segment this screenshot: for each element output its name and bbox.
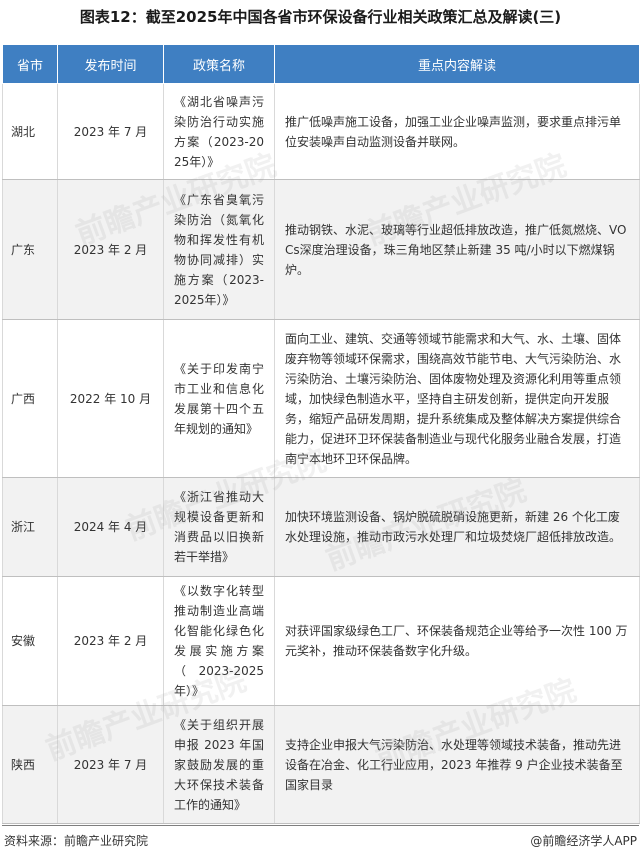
cell-interpretation: 支持企业申报大气污染防治、水处理等领域技术装备，推动先进设备在冶金、化工行业应用… bbox=[274, 705, 640, 824]
footer-divider bbox=[2, 825, 639, 826]
source-note: 资料来源：前瞻产业研究院 bbox=[4, 834, 149, 848]
cell-date: 2023 年 7 月 bbox=[57, 83, 164, 180]
cell-policy-name: 《关于组织开展申报 2023 年国家鼓励发展的重大环保技术装备工作的通知》 bbox=[163, 705, 275, 824]
cell-policy-name: 《广东省臭氧污染防治（氮氧化物和挥发性有机物协同减排）实施方案（2023-202… bbox=[163, 179, 275, 320]
table-row: 广西 2022 年 10 月 《关于印发南宁市工业和信息化发展第十四个五年规划的… bbox=[2, 319, 640, 478]
header-interpretation: 重点内容解读 bbox=[274, 44, 640, 84]
cell-date: 2023 年 7 月 bbox=[57, 705, 164, 824]
cell-province: 广东 bbox=[2, 179, 58, 320]
header-date: 发布时间 bbox=[57, 44, 164, 84]
cell-policy-name: 《浙江省推动大规模设备更新和消费品以旧换新若干举措》 bbox=[163, 477, 275, 577]
header-policy-name: 政策名称 bbox=[163, 44, 275, 84]
cell-policy-name: 《关于印发南宁市工业和信息化发展第十四个五年规划的通知》 bbox=[163, 319, 275, 478]
cell-interpretation: 推广低噪声施工设备，加强工业企业噪声监测，要求重点排污单位安装噪声自动监测设备并… bbox=[274, 83, 640, 180]
cell-province: 广西 bbox=[2, 319, 58, 478]
policy-table: 省市 发布时间 政策名称 重点内容解读 湖北 2023 年 7 月 《湖北省噪声… bbox=[2, 44, 640, 824]
cell-interpretation: 面向工业、建筑、交通等领域节能需求和大气、水、土壤、固体废弃物等领域环保需求，围… bbox=[274, 319, 640, 478]
cell-interpretation: 对获评国家级绿色工厂、环保装备规范企业等给予一次性 100 万元奖补，推动环保装… bbox=[274, 576, 640, 706]
brand-credit: @前瞻经济学人APP bbox=[530, 834, 637, 848]
cell-date: 2023 年 2 月 bbox=[57, 179, 164, 320]
cell-policy-name: 《以数字化转型推动制造业高端化智能化绿色化发展实施方案（2023-2025年）》 bbox=[163, 576, 275, 706]
table-header-row: 省市 发布时间 政策名称 重点内容解读 bbox=[2, 44, 640, 84]
cell-date: 2023 年 2 月 bbox=[57, 576, 164, 706]
cell-province: 安徽 bbox=[2, 576, 58, 706]
header-province: 省市 bbox=[2, 44, 58, 84]
page-title: 图表12：截至2025年中国各省市环保设备行业相关政策汇总及解读(三) bbox=[79, 8, 562, 26]
cell-province: 湖北 bbox=[2, 83, 58, 180]
cell-policy-name: 《湖北省噪声污染防治行动实施方案（2023-2025年）》 bbox=[163, 83, 275, 180]
cell-interpretation: 推动钢铁、水泥、玻璃等行业超低排放改造，推广低氮燃烧、VOCs深度治理设备，珠三… bbox=[274, 179, 640, 320]
cell-date: 2022 年 10 月 bbox=[57, 319, 164, 478]
table-row: 浙江 2024 年 4 月 《浙江省推动大规模设备更新和消费品以旧换新若干举措》… bbox=[2, 477, 640, 577]
cell-province: 陕西 bbox=[2, 705, 58, 824]
table-row: 安徽 2023 年 2 月 《以数字化转型推动制造业高端化智能化绿色化发展实施方… bbox=[2, 576, 640, 706]
table-row: 陕西 2023 年 7 月 《关于组织开展申报 2023 年国家鼓励发展的重大环… bbox=[2, 705, 640, 824]
table-row: 广东 2023 年 2 月 《广东省臭氧污染防治（氮氧化物和挥发性有机物协同减排… bbox=[2, 179, 640, 320]
cell-date: 2024 年 4 月 bbox=[57, 477, 164, 577]
table-row: 湖北 2023 年 7 月 《湖北省噪声污染防治行动实施方案（2023-2025… bbox=[2, 83, 640, 180]
footer: 资料来源：前瞻产业研究院 @前瞻经济学人APP bbox=[0, 828, 641, 852]
cell-interpretation: 加快环境监测设备、锅炉脱硫脱硝设施更新，新建 26 个化工废水处理设施，推动市政… bbox=[274, 477, 640, 577]
cell-province: 浙江 bbox=[2, 477, 58, 577]
